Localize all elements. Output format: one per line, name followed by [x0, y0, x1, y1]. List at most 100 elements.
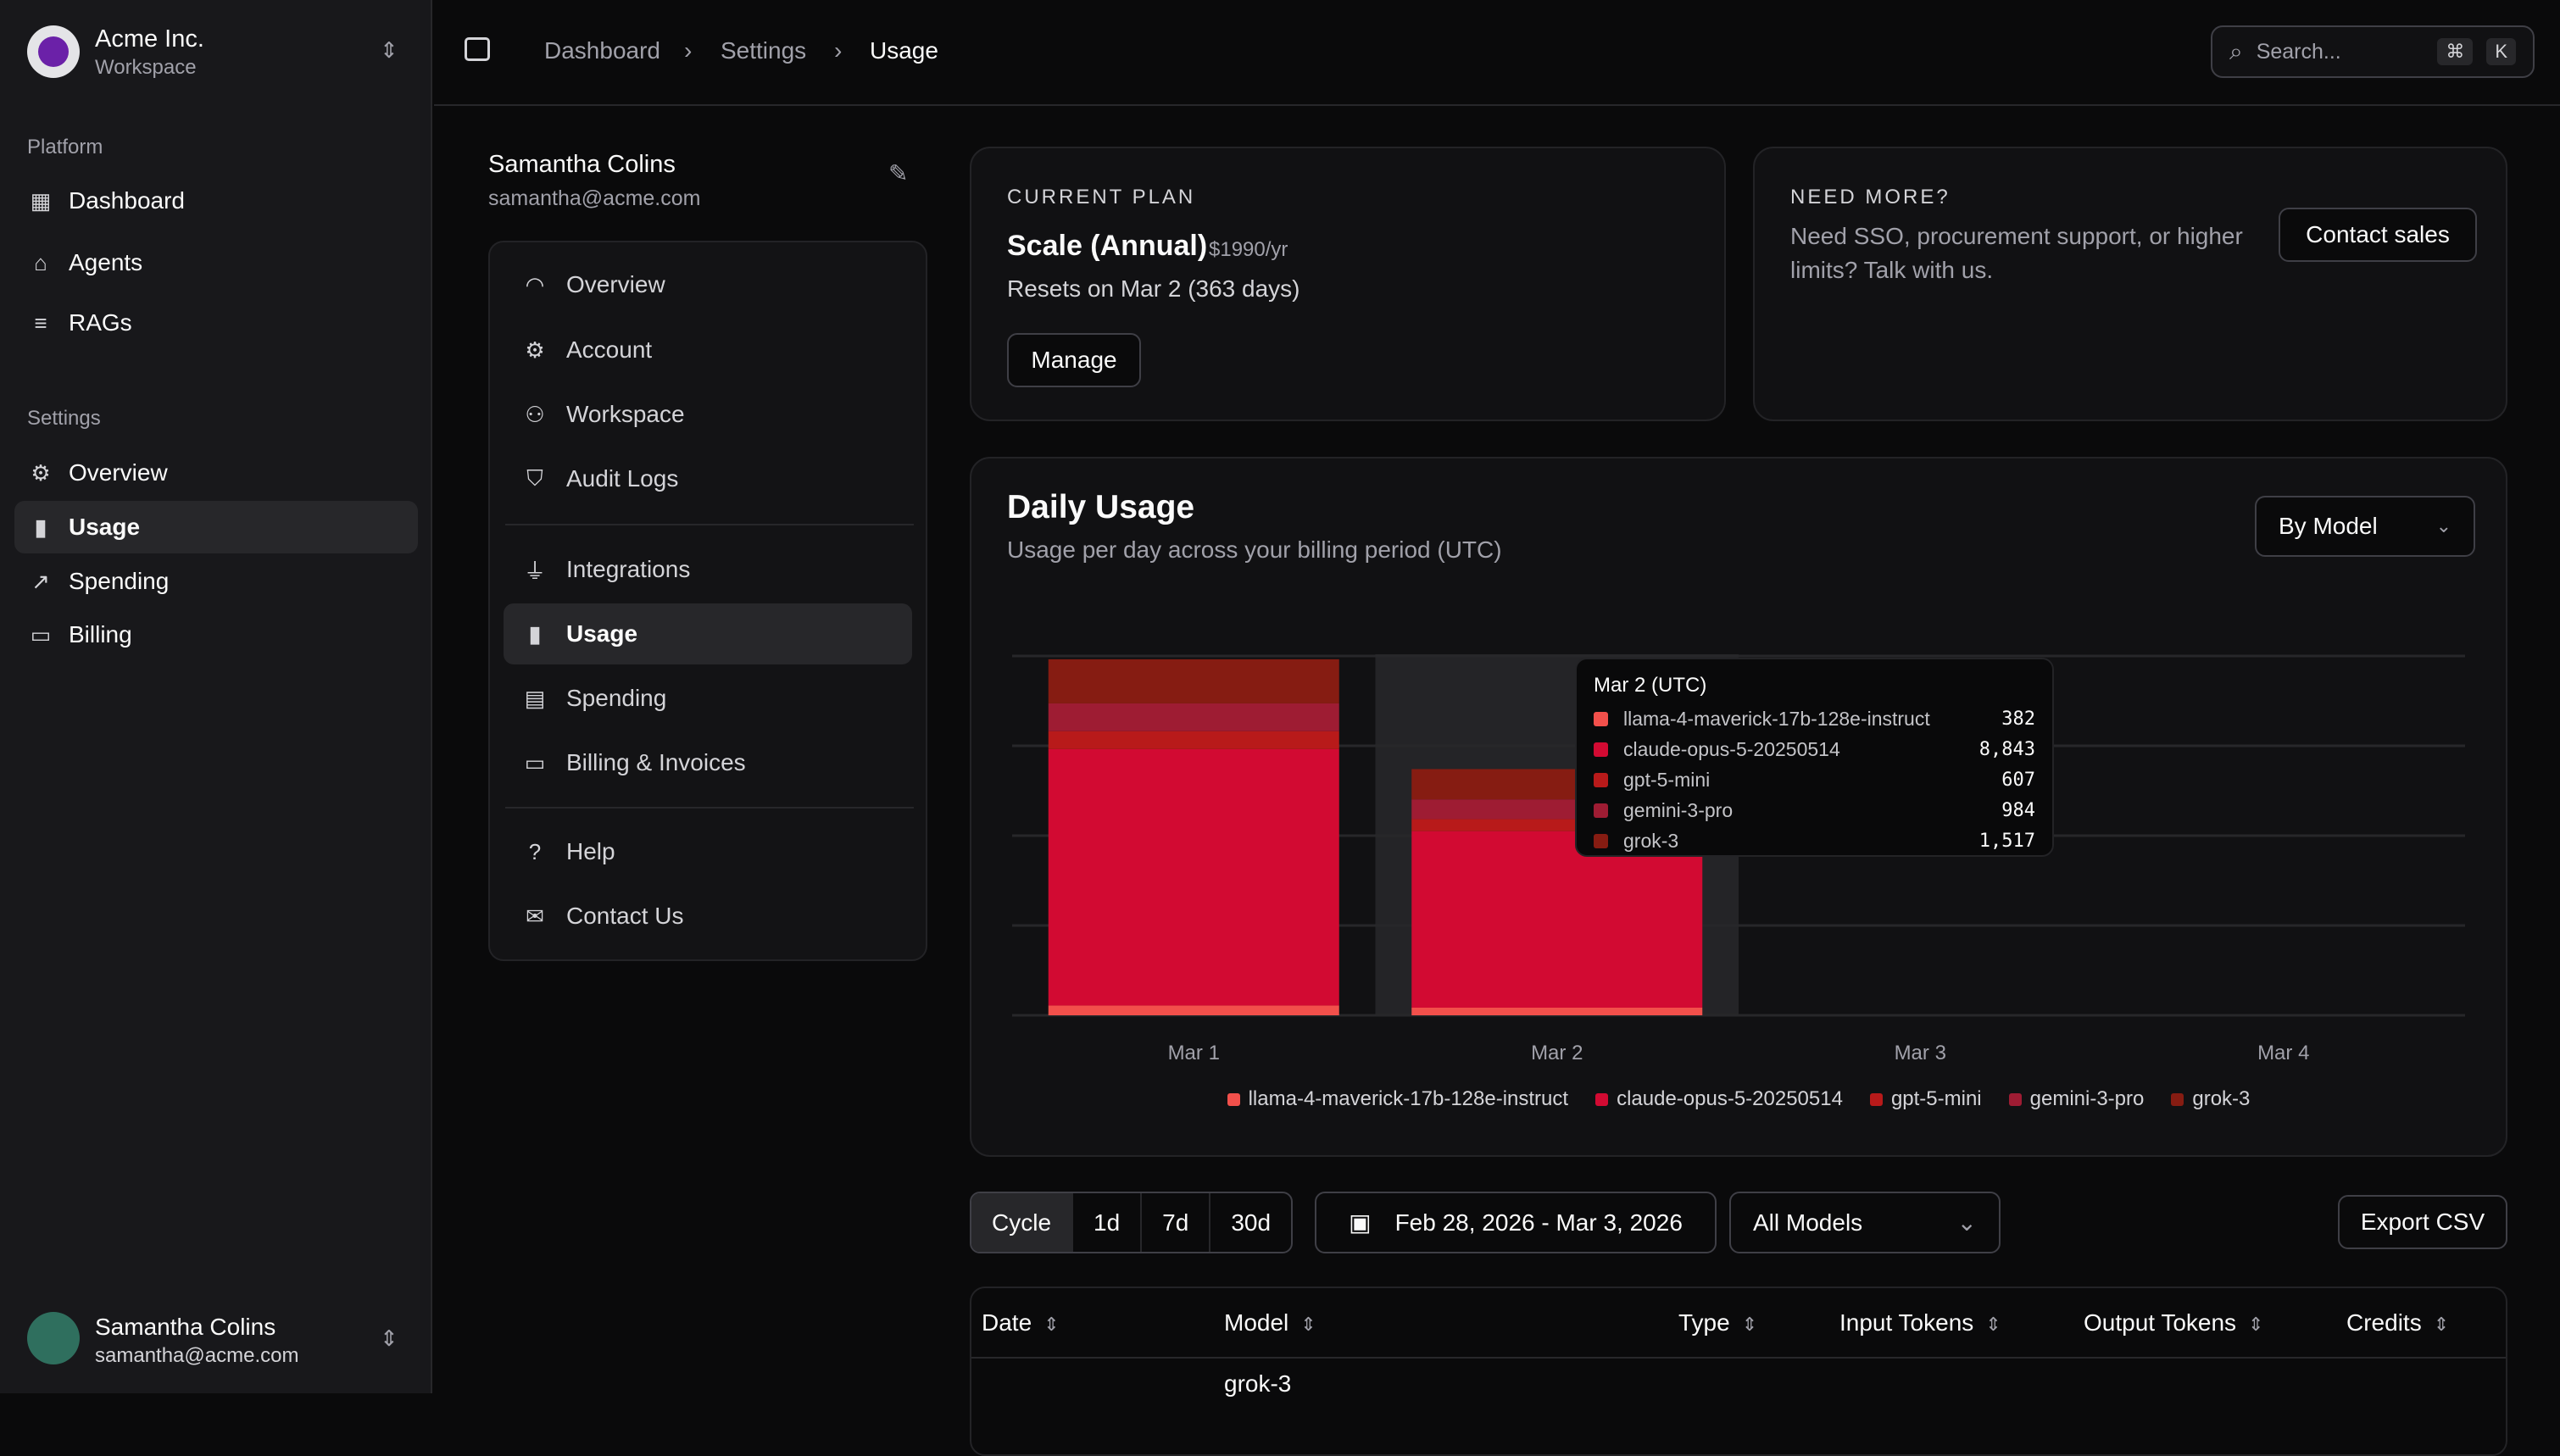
legend-swatch — [2171, 1093, 2184, 1106]
nav-spending[interactable]: ▤ Spending — [504, 668, 912, 729]
legend-swatch — [1227, 1093, 1240, 1106]
edit-icon[interactable]: ✎ — [888, 159, 908, 187]
col-date[interactable]: Date⇕ — [971, 1288, 1214, 1358]
legend-swatch — [1870, 1093, 1883, 1106]
bar-segment — [1411, 831, 1702, 1008]
model-filter-value: All Models — [1753, 1209, 1862, 1236]
tooltip-value: 8,843 — [1979, 739, 2035, 760]
label: Help — [566, 838, 615, 865]
sidebar-toggle-icon[interactable] — [465, 37, 490, 61]
sort-icon: ⇕ — [1985, 1314, 2001, 1335]
range-1d[interactable]: 1d — [1073, 1193, 1142, 1252]
col-model[interactable]: Model⇕ — [1214, 1288, 1668, 1358]
label: Spending — [566, 685, 666, 712]
label: Contact Us — [566, 903, 684, 930]
label: Workspace — [566, 401, 685, 428]
breadcrumb-usage: Usage — [870, 37, 938, 64]
swatch — [1594, 834, 1608, 848]
bar-chart-icon: ▮ — [28, 514, 53, 540]
avatar[interactable] — [27, 1312, 80, 1364]
chevron-down-icon: ⌄ — [1957, 1209, 1977, 1236]
legend-swatch — [2009, 1093, 2022, 1106]
legend-item[interactable]: llama-4-maverick-17b-128e-instruct — [1227, 1087, 1568, 1111]
nav-help[interactable]: ?Help — [504, 821, 912, 882]
sidebar-item-agents[interactable]: ⌂Agents — [14, 236, 418, 289]
range-30d[interactable]: 30d — [1210, 1193, 1291, 1252]
nav-usage[interactable]: ▮Usage — [504, 603, 912, 664]
nav-contact[interactable]: ✉ Contact Us — [504, 886, 912, 947]
tooltip-model: llama-4-maverick-17b-128e-instruct — [1623, 708, 2001, 731]
label: Audit Logs — [566, 465, 678, 492]
nav-audit-logs[interactable]: ⛉Audit Logs — [504, 448, 912, 509]
table-header-row: Date⇕ Model⇕ Type⇕ Input Tokens ⇕ Output … — [971, 1288, 2506, 1358]
tooltip-value: 1,517 — [1979, 831, 2035, 852]
divider — [505, 524, 914, 525]
legend-item[interactable]: gpt-5-mini — [1870, 1087, 1982, 1111]
plan-label: CURRENT PLAN — [1007, 186, 1195, 209]
user-name: Samantha Colins — [95, 1314, 275, 1341]
search-input[interactable]: ⌕ Search... ⌘ K — [2211, 25, 2535, 78]
sidebar-item-usage[interactable]: ▮Usage — [14, 501, 418, 553]
card-icon: ▭ — [522, 750, 548, 775]
nav-billing[interactable]: ▭ Billing & Invoices — [504, 732, 912, 793]
col-output-tokens[interactable]: Output Tokens⇕ — [2073, 1288, 2336, 1358]
sidebar-item-billing[interactable]: ▭Billing — [14, 609, 418, 661]
date-range-picker[interactable]: ▣Feb 28, 2026 - Mar 3, 2026 — [1315, 1192, 1717, 1253]
profile-name: Samantha Colins — [488, 151, 676, 179]
range-7d[interactable]: 7d — [1142, 1193, 1210, 1252]
manage-button[interactable]: Manage — [1007, 333, 1141, 387]
workspace-switcher-icon[interactable]: ⇕ — [380, 37, 398, 64]
search-placeholder: Search... — [2257, 40, 2424, 64]
swatch — [1594, 803, 1608, 818]
user-menu-icon[interactable]: ⇕ — [380, 1325, 398, 1352]
label: Billing — [69, 621, 132, 648]
legend-item[interactable]: grok-3 — [2171, 1087, 2250, 1111]
label: Billing & Invoices — [566, 749, 746, 776]
label: Overview — [69, 459, 168, 486]
breadcrumb-settings[interactable]: Settings — [721, 37, 806, 64]
usage-table: Date⇕ Model⇕ Type⇕ Input Tokens ⇕ Output … — [970, 1287, 2507, 1456]
sidebar-item-rags[interactable]: ≡RAGs — [14, 297, 418, 349]
database-icon: ≡ — [28, 310, 53, 336]
export-csv-button[interactable]: Export CSV — [2338, 1195, 2507, 1249]
legend-item[interactable]: gemini-3-pro — [2009, 1087, 2145, 1111]
sidebar-item-spending[interactable]: ↗Spending — [14, 555, 418, 608]
col-credits[interactable]: Credits⇕ — [2336, 1288, 2506, 1358]
label: Date — [982, 1309, 1032, 1336]
bar-segment — [1049, 659, 1339, 703]
col-input-tokens[interactable]: Input Tokens ⇕ — [1829, 1288, 2073, 1358]
contact-sales-button[interactable]: Contact sales — [2279, 208, 2477, 262]
swatch — [1594, 742, 1608, 757]
label: Model — [1224, 1309, 1288, 1336]
x-tick-label: Mar 2 — [1531, 1042, 1583, 1064]
need-more-text: Need SSO, procurement support, or higher… — [1790, 220, 2265, 287]
nav-account[interactable]: ⚙Account — [504, 320, 912, 381]
sidebar-item-overview[interactable]: ⚙Overview — [14, 447, 418, 499]
legend-label: gemini-3-pro — [2030, 1087, 2145, 1111]
gear-icon: ⚙ — [522, 337, 548, 363]
breadcrumb-dashboard[interactable]: Dashboard — [544, 37, 660, 64]
profile-nav: ◠Overview ⚙Account ⚇ Workspace ⛉Audit Log… — [488, 241, 927, 961]
need-more-card: NEED MORE? Need SSO, procurement support… — [1753, 147, 2507, 421]
tooltip-row: gemini-3-pro984 — [1594, 795, 2035, 825]
label: Type — [1678, 1309, 1730, 1336]
range-cycle[interactable]: Cycle — [971, 1193, 1073, 1252]
bar-segment — [1049, 1005, 1339, 1015]
mail-icon: ✉ — [522, 903, 548, 929]
nav-overview[interactable]: ◠Overview — [504, 254, 912, 315]
nav-integrations[interactable]: ⏚Integrations — [504, 539, 912, 600]
label: Input Tokens — [1839, 1309, 1973, 1336]
col-type[interactable]: Type⇕ — [1668, 1288, 1829, 1358]
sidebar-item-dashboard[interactable]: ▦Dashboard — [14, 175, 418, 227]
breadcrumb-sep: › — [684, 37, 692, 64]
x-tick-label: Mar 1 — [1168, 1042, 1220, 1064]
label: Integrations — [566, 556, 690, 583]
model-filter-select[interactable]: All Models ⌄ — [1729, 1192, 2001, 1253]
plan-resets: Resets on Mar 2 (363 days) — [1007, 275, 1300, 303]
legend-item[interactable]: claude-opus-5-20250514 — [1595, 1087, 1843, 1111]
nav-workspace[interactable]: ⚇ Workspace — [504, 384, 912, 445]
trending-icon: ↗ — [28, 569, 53, 594]
users-icon: ⚇ — [522, 402, 548, 427]
workspace-sub: Workspace — [95, 56, 197, 80]
wallet-icon: ▤ — [522, 686, 548, 711]
